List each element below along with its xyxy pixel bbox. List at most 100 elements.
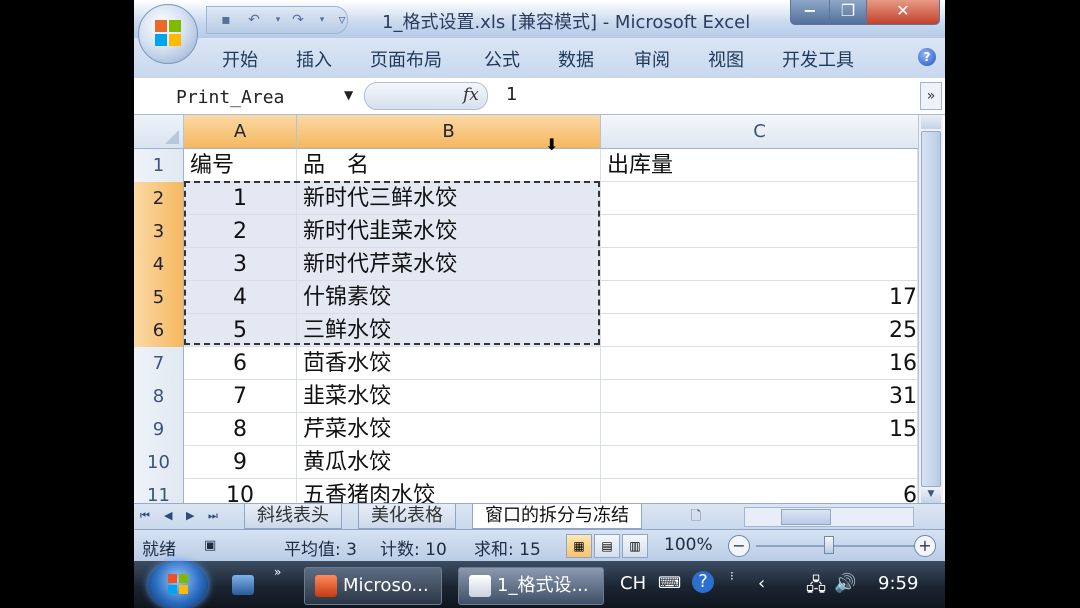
row-header[interactable]: 10	[134, 446, 184, 480]
expand-formula-bar-icon[interactable]: »	[920, 82, 942, 110]
show-desktop-icon[interactable]	[232, 575, 254, 595]
zoom-out-button[interactable]: −	[728, 535, 750, 557]
vertical-scrollbar[interactable]: ▼	[918, 115, 943, 503]
undo-icon[interactable]: ↶	[243, 10, 265, 30]
row-header[interactable]: 11	[134, 479, 184, 503]
zoom-level[interactable]: 100%	[664, 535, 713, 555]
ime-options-icon[interactable]: ⁝	[730, 569, 734, 583]
tab-formulas[interactable]: 公式	[484, 46, 520, 72]
tab-data[interactable]: 数据	[558, 46, 594, 72]
row-header[interactable]: 1	[134, 149, 184, 183]
normal-view-icon[interactable]: ▦	[566, 534, 592, 558]
cell-c[interactable]	[601, 182, 918, 215]
cell-b[interactable]: 品 名	[297, 149, 601, 182]
office-button[interactable]	[138, 4, 198, 64]
quick-launch-more-icon[interactable]: »	[274, 565, 281, 579]
prev-sheet-icon[interactable]: ◀	[164, 509, 172, 522]
scroll-down-icon[interactable]: ▼	[921, 489, 941, 503]
cell-c[interactable]: 16	[601, 347, 918, 380]
tab-view[interactable]: 视图	[708, 46, 744, 72]
network-icon[interactable]: 🖧	[806, 573, 826, 603]
cell-b[interactable]: 什锦素饺	[297, 281, 601, 314]
column-header-c[interactable]: C	[601, 115, 918, 149]
cell-c[interactable]	[601, 215, 918, 248]
row-header[interactable]: 9	[134, 413, 184, 447]
cell-b[interactable]: 新时代三鲜水饺	[297, 182, 601, 215]
cell-b[interactable]: 芹菜水饺	[297, 413, 601, 446]
taskbar-item-office[interactable]: Microso...	[304, 567, 442, 605]
taskbar-item-excel[interactable]: 1_格式设...	[458, 567, 604, 605]
sheet-tab-1[interactable]: 斜线表头	[244, 504, 342, 529]
cell-c[interactable]: 15	[601, 413, 918, 446]
cell-b[interactable]: 新时代韭菜水饺	[297, 215, 601, 248]
redo-dropdown-icon[interactable]: ▾	[311, 10, 333, 30]
cell-b[interactable]: 韭菜水饺	[297, 380, 601, 413]
help-tray-icon[interactable]: ?	[692, 571, 714, 593]
row-header[interactable]: 4	[134, 248, 184, 282]
keyboard-icon[interactable]: ⌨	[658, 573, 681, 592]
name-box[interactable]: Print_Area ▼	[136, 82, 362, 110]
tab-developer[interactable]: 开发工具	[782, 46, 854, 72]
cell-a[interactable]: 2	[184, 215, 297, 248]
tab-page-layout[interactable]: 页面布局	[370, 46, 442, 72]
next-sheet-icon[interactable]: ▶	[186, 509, 194, 522]
sheet-tab-3[interactable]: 窗口的拆分与冻结	[472, 504, 642, 529]
row-header[interactable]: 3	[134, 215, 184, 249]
cell-b[interactable]: 新时代芹菜水饺	[297, 248, 601, 281]
save-icon[interactable]: ▪	[215, 10, 237, 30]
chevron-down-icon[interactable]: ▼	[344, 88, 353, 102]
cell-a[interactable]: 6	[184, 347, 297, 380]
cell-c[interactable]: 17	[601, 281, 918, 314]
cell-a[interactable]: 1	[184, 182, 297, 215]
macro-record-icon[interactable]: ▣	[204, 538, 216, 553]
clock[interactable]: 9:59	[878, 573, 918, 594]
maximize-button[interactable]: ❐	[829, 0, 867, 25]
insert-function-icon[interactable]: fx	[463, 85, 479, 105]
horizontal-scrollbar[interactable]	[744, 507, 914, 527]
tab-insert[interactable]: 插入	[296, 46, 332, 72]
undo-dropdown-icon[interactable]: ▾	[267, 10, 289, 30]
cell-c[interactable]: 31	[601, 380, 918, 413]
minimize-button[interactable]: −	[790, 0, 830, 25]
first-sheet-icon[interactable]: ⏮	[140, 509, 150, 523]
last-sheet-icon[interactable]: ⏭	[208, 509, 218, 523]
cell-b[interactable]: 黄瓜水饺	[297, 446, 601, 479]
cell-a[interactable]: 9	[184, 446, 297, 479]
help-icon[interactable]: ?	[918, 48, 936, 66]
cell-b[interactable]: 茴香水饺	[297, 347, 601, 380]
tray-expand-icon[interactable]: ‹	[758, 573, 765, 594]
cell-a[interactable]: 7	[184, 380, 297, 413]
insert-sheet-icon[interactable]: 🗋	[686, 507, 706, 525]
cell-c[interactable]	[601, 248, 918, 281]
column-header-a[interactable]: A	[184, 115, 297, 149]
row-header[interactable]: 5	[134, 281, 184, 315]
cell-a[interactable]: 3	[184, 248, 297, 281]
cell-c[interactable]: 出库量	[601, 149, 918, 182]
horizontal-scroll-thumb[interactable]	[781, 509, 831, 525]
tab-review[interactable]: 审阅	[634, 46, 670, 72]
scroll-thumb[interactable]	[921, 131, 941, 487]
cell-c[interactable]: 25	[601, 314, 918, 347]
language-indicator[interactable]: CH	[620, 573, 646, 594]
cell-a[interactable]: 4	[184, 281, 297, 314]
scroll-up-icon[interactable]	[921, 115, 941, 129]
cell-a[interactable]: 5	[184, 314, 297, 347]
customize-qat-icon[interactable]: ▿	[331, 10, 353, 30]
zoom-slider-thumb[interactable]	[824, 536, 834, 554]
select-all-button[interactable]	[134, 115, 184, 149]
page-break-view-icon[interactable]: ▥	[622, 534, 648, 558]
cell-c[interactable]	[601, 446, 918, 479]
page-layout-view-icon[interactable]: ▤	[594, 534, 620, 558]
worksheet-grid[interactable]: A B C ⬇ 1 编号品 名出库量 2 1 新时代三鲜水饺 3 2 新时代韭菜水饺 4 3 新时代…	[134, 115, 918, 503]
row-header[interactable]: 6	[134, 314, 184, 348]
cell-b[interactable]: 三鲜水饺	[297, 314, 601, 347]
cell-c[interactable]: 6	[601, 479, 918, 503]
row-header[interactable]: 7	[134, 347, 184, 381]
tab-home[interactable]: 开始	[222, 46, 258, 72]
cell-a[interactable]: 8	[184, 413, 297, 446]
row-header[interactable]: 8	[134, 380, 184, 414]
formula-input[interactable]: 1	[506, 84, 517, 105]
close-button[interactable]: ✕	[866, 0, 940, 25]
sheet-tab-2[interactable]: 美化表格	[358, 504, 456, 529]
cell-a[interactable]: 编号	[184, 149, 297, 182]
